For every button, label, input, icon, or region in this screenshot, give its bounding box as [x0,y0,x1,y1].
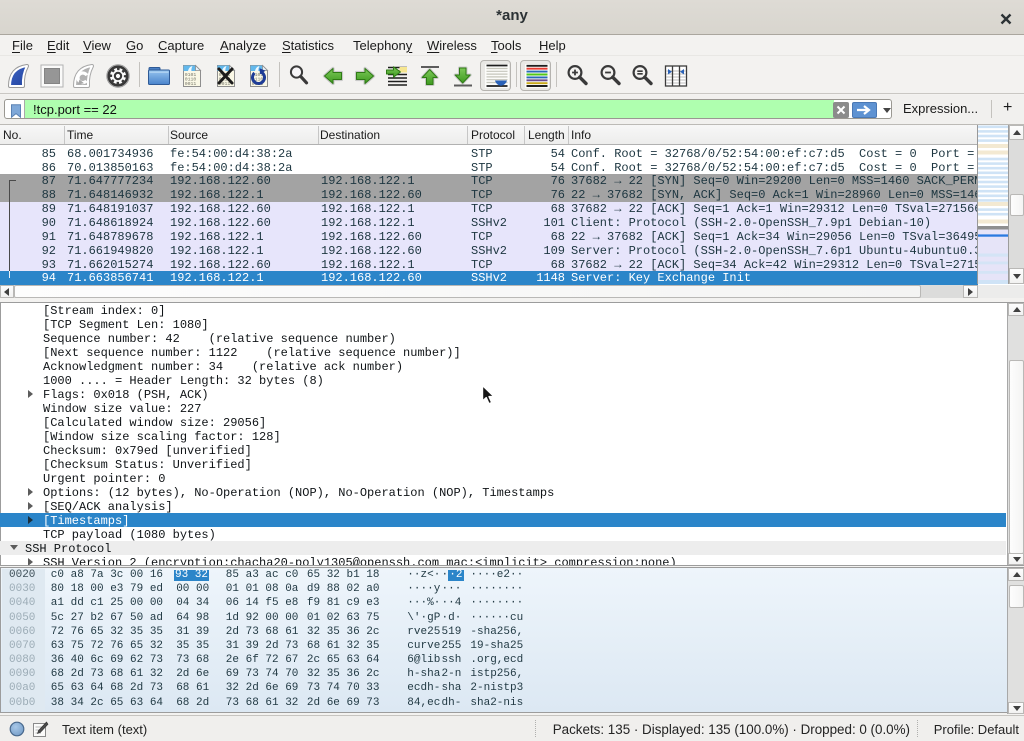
svg-text:0011: 0011 [185,81,197,87]
